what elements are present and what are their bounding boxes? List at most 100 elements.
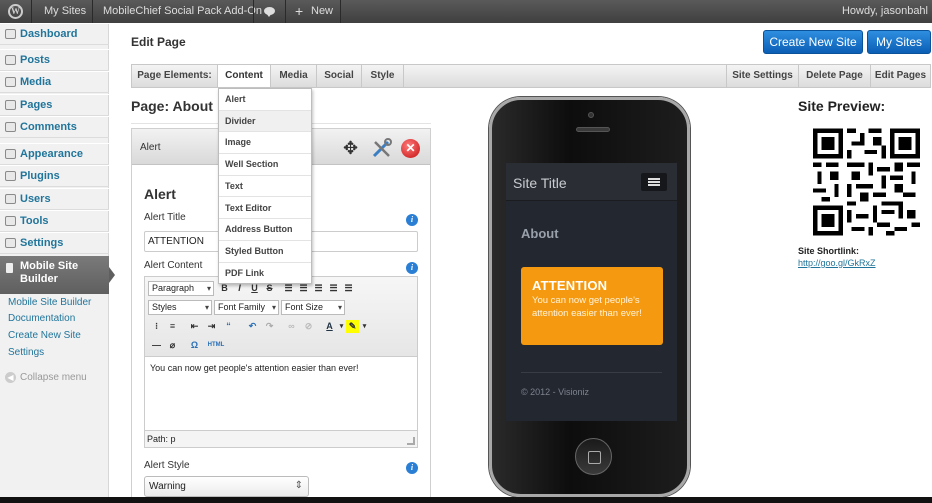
tab-style[interactable]: Style (362, 65, 404, 87)
tab-content[interactable]: Content (218, 65, 271, 87)
delete-icon[interactable]: ✕ (401, 139, 420, 158)
content-elements-dropdown: Alert Divider Image Well Section Text Te… (218, 88, 312, 284)
align-right-icon[interactable]: ☰ (312, 282, 325, 295)
sidebar-item-label: Plugins (20, 170, 60, 182)
remove-format-icon[interactable]: ⌀ (166, 339, 179, 352)
page-heading: Page: About (131, 98, 213, 114)
alert-heading: Alert (144, 186, 176, 202)
unlink-icon[interactable]: ⊘ (302, 320, 315, 333)
media-icon (5, 77, 16, 87)
dropdown-item-styled-button[interactable]: Styled Button (219, 241, 311, 263)
horizontal-rule-icon[interactable]: — (150, 339, 163, 352)
tab-social[interactable]: Social (317, 65, 362, 87)
howdy-user-menu[interactable]: Howdy, jasonbahl (842, 0, 928, 23)
plus-icon: + (295, 3, 304, 19)
alert-title-label: Alert Title (144, 212, 186, 223)
phone-preview: Site Title About ATTENTION You can now g… (489, 97, 690, 497)
page-title: Edit Page (131, 35, 186, 49)
outdent-icon[interactable]: ⇤ (188, 320, 201, 333)
posts-icon (5, 55, 16, 65)
dropdown-item-text[interactable]: Text (219, 176, 311, 198)
dropdown-item-divider[interactable]: Divider (219, 110, 311, 133)
sidebar-item-label: Posts (20, 54, 50, 66)
site-settings-button[interactable]: Site Settings (726, 65, 798, 87)
appearance-icon (5, 149, 16, 159)
info-icon[interactable]: i (406, 262, 418, 274)
site-shortlink[interactable]: http://goo.gl/GkRxZ (798, 258, 876, 268)
wordpress-logo-icon[interactable]: W (8, 4, 23, 19)
admin-bar-divider (285, 0, 286, 23)
sidebar-item-mobile-site-builder[interactable]: Mobile Site Builder (0, 256, 115, 294)
create-new-site-button[interactable]: Create New Site (763, 30, 863, 54)
comments-bubble-icon[interactable] (264, 7, 275, 17)
collapse-menu[interactable]: Collapse menu (20, 372, 87, 383)
admin-bar-divider (253, 0, 254, 23)
submenu-create-new-site[interactable]: Create New Site (8, 330, 81, 341)
link-icon[interactable]: ∞ (285, 320, 298, 333)
dropdown-item-image[interactable]: Image (219, 132, 311, 155)
sidebar-item-plugins[interactable]: Plugins (0, 165, 109, 187)
styles-select[interactable]: Styles (148, 300, 212, 315)
numbered-list-icon[interactable]: ≡ (166, 320, 179, 333)
resize-grip-icon[interactable] (407, 437, 415, 445)
users-icon (5, 194, 16, 204)
mobile-page-title: About (521, 226, 559, 241)
chevron-down-icon[interactable]: ▾ (358, 320, 371, 333)
new-content-menu[interactable]: New (311, 0, 333, 23)
dropdown-item-alert[interactable]: Alert (219, 89, 311, 111)
submenu-mobile-site-builder[interactable]: Mobile Site Builder (8, 297, 91, 308)
move-icon[interactable]: ✥ (343, 139, 358, 157)
hamburger-menu-icon[interactable] (641, 173, 667, 191)
font-size-select[interactable]: Font Size (281, 300, 345, 315)
delete-page-button[interactable]: Delete Page (798, 65, 870, 87)
sidebar-item-media[interactable]: Media (0, 71, 109, 93)
indent-icon[interactable]: ⇥ (205, 320, 218, 333)
mobile-footer: © 2012 - Visioniz (521, 387, 590, 397)
dropdown-item-text-editor[interactable]: Text Editor (219, 198, 311, 220)
sidebar-item-dashboard[interactable]: Dashboard (0, 23, 109, 45)
bullet-list-icon[interactable]: ⁝ (150, 320, 163, 333)
sidebar-item-label: Pages (20, 99, 53, 111)
sidebar-item-label: Users (20, 193, 51, 205)
speaker-icon (576, 127, 610, 132)
mobile-alert-body: You can now get people's attention easie… (532, 295, 642, 319)
info-icon[interactable]: i (406, 462, 418, 474)
align-justify-icon[interactable]: ☰ (327, 282, 340, 295)
format-select[interactable]: Paragraph (148, 281, 214, 296)
submenu-settings[interactable]: Settings (8, 347, 44, 358)
tab-media[interactable]: Media (271, 65, 317, 87)
tools-edit-icon[interactable] (371, 138, 393, 158)
special-character-icon[interactable]: Ω (188, 339, 201, 352)
sidebar-item-tools[interactable]: Tools (0, 210, 109, 232)
sidebar-item-settings[interactable]: Settings (0, 232, 109, 254)
dropdown-item-address-button[interactable]: Address Button (219, 219, 311, 241)
sidebar-item-pages[interactable]: Pages (0, 94, 109, 116)
redo-icon[interactable]: ↷ (263, 320, 276, 333)
justify-full-icon[interactable]: ☰ (342, 282, 355, 295)
sidebar-item-appearance[interactable]: Appearance (0, 143, 109, 165)
sidebar-item-posts[interactable]: Posts (0, 49, 109, 71)
html-source-icon[interactable]: HTML (207, 339, 225, 352)
editor-content[interactable]: You can now get people's attention easie… (150, 363, 359, 373)
phone-screen: Site Title About ATTENTION You can now g… (506, 163, 677, 421)
submenu-documentation[interactable]: Documentation (8, 313, 75, 324)
mobile-phone-icon (6, 263, 13, 273)
admin-sidebar: Dashboard Posts Media Pages Comments App… (0, 23, 115, 503)
site-name-menu[interactable]: MobileChief Social Pack Add-On (103, 0, 262, 23)
info-icon[interactable]: i (406, 214, 418, 226)
collapse-arrow-icon[interactable]: ◀ (5, 372, 16, 383)
sidebar-item-users[interactable]: Users (0, 188, 109, 210)
font-family-select[interactable]: Font Family (214, 300, 279, 315)
dropdown-item-pdf-link[interactable]: PDF Link (219, 263, 311, 285)
my-sites-button[interactable]: My Sites (867, 30, 931, 54)
dropdown-item-well-section[interactable]: Well Section (219, 154, 311, 176)
comments-icon (5, 122, 16, 132)
blockquote-icon[interactable]: “ (222, 320, 235, 333)
editor-toolbar: Paragraph B I U S ☰ ☰ ☰ ☰ ☰ Styles Font … (145, 277, 417, 357)
sidebar-item-label: Settings (20, 237, 64, 249)
sidebar-item-comments[interactable]: Comments (0, 116, 109, 138)
undo-icon[interactable]: ↶ (246, 320, 259, 333)
edit-pages-button[interactable]: Edit Pages (870, 65, 930, 87)
alert-style-select[interactable]: Warning (144, 476, 309, 497)
my-sites-menu[interactable]: My Sites (44, 0, 86, 23)
